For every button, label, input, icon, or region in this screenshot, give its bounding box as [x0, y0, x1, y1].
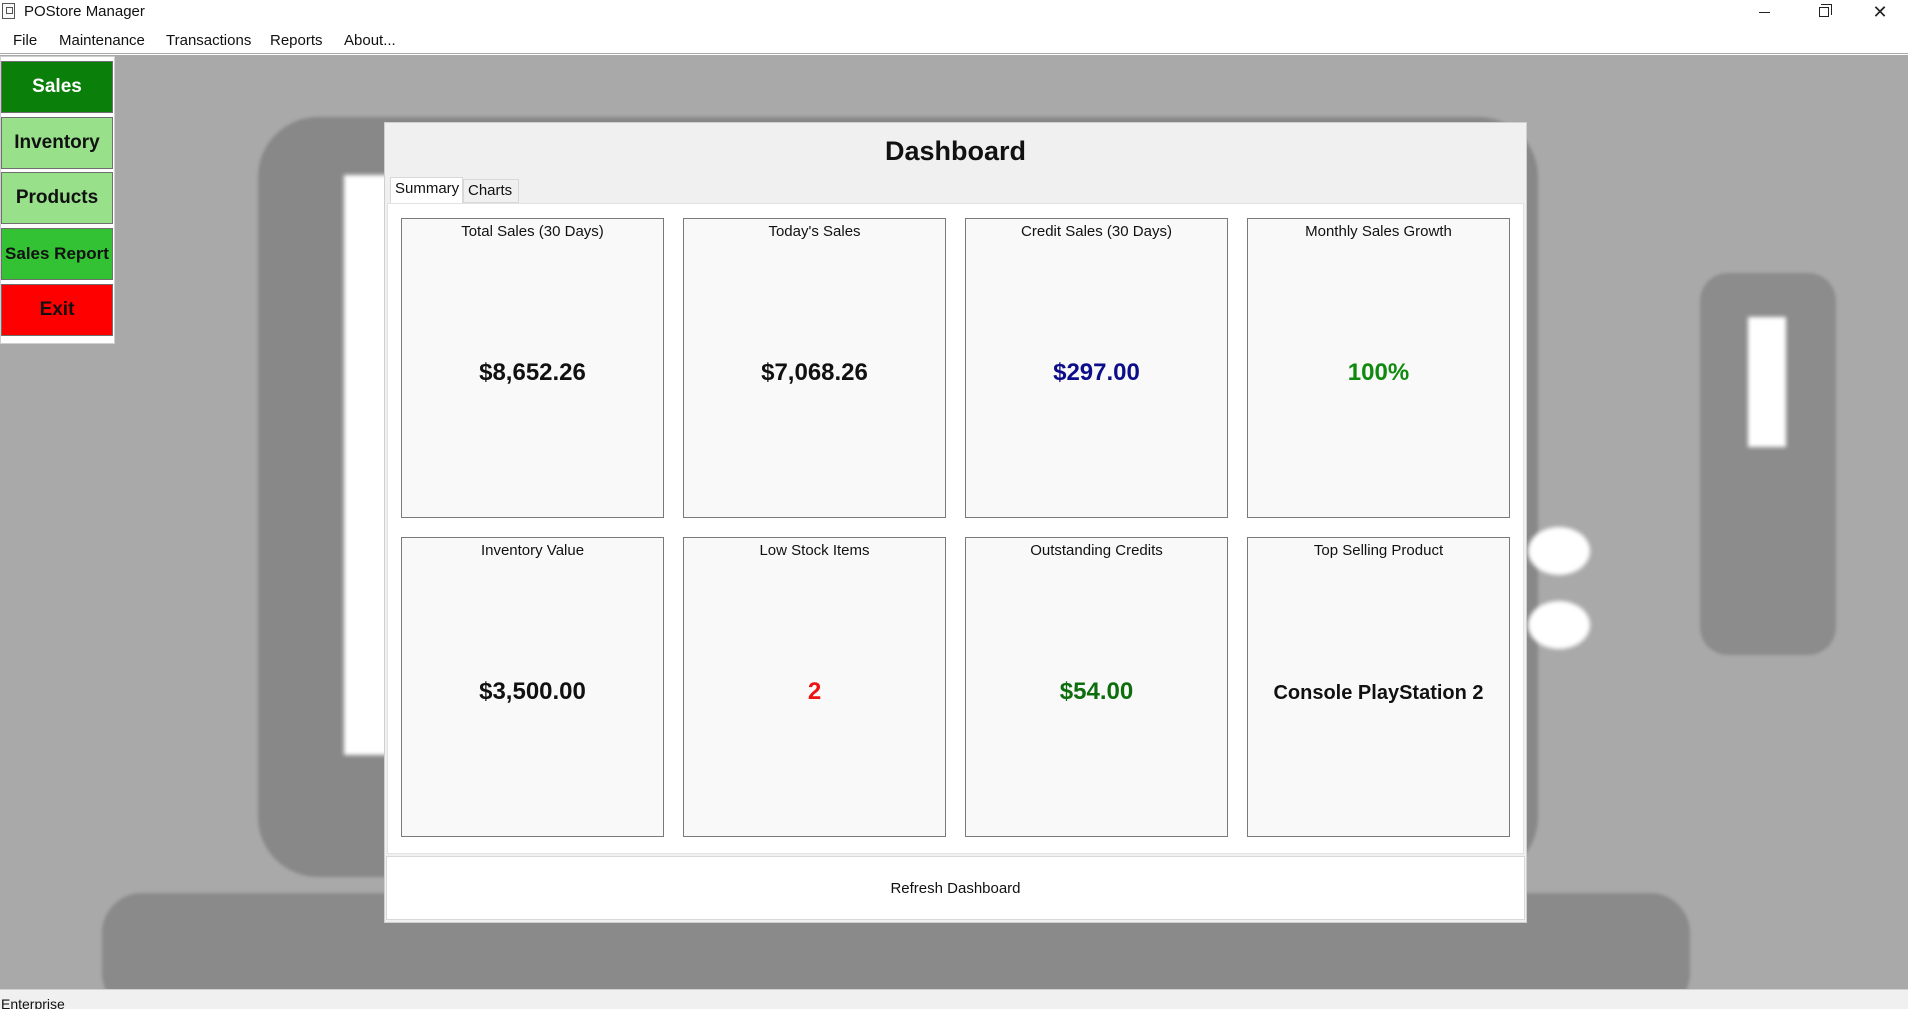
menu-reports[interactable]: Reports [270, 32, 323, 49]
background-slot [1748, 317, 1786, 447]
card-label: Credit Sales (30 Days) [1021, 223, 1172, 240]
restore-icon [1819, 4, 1832, 17]
card-label: Top Selling Product [1313, 542, 1444, 559]
menu-about[interactable]: About... [344, 32, 396, 49]
minimize-icon [1758, 11, 1770, 13]
window-title: POStore Manager [24, 3, 145, 20]
title-bar: POStore Manager ✕ [0, 0, 1908, 24]
status-bar: Enterprise [0, 989, 1908, 1009]
dashboard-title: Dashboard [884, 136, 1027, 166]
card-value: 100% [1347, 359, 1410, 386]
background-button-a [1528, 527, 1590, 575]
sales-button[interactable]: Sales [1, 61, 113, 113]
card-label: Outstanding Credits [1030, 542, 1163, 559]
card-value: $297.00 [1053, 359, 1140, 386]
card-label: Low Stock Items [759, 542, 870, 559]
card-top-product: Top Selling Product Console PlayStation … [1247, 537, 1510, 837]
card-label: Today's Sales [768, 223, 861, 240]
restore-button[interactable] [1796, 0, 1852, 24]
card-credit-sales: Credit Sales (30 Days) $297.00 [965, 218, 1228, 518]
dashboard-window: Dashboard Summary Charts Total Sales (30… [384, 122, 1527, 923]
side-navigation: Sales Inventory Products Sales Report Ex… [0, 56, 115, 344]
card-total-sales: Total Sales (30 Days) $8,652.26 [401, 218, 664, 518]
card-todays-sales: Today's Sales $7,068.26 [683, 218, 946, 518]
exit-button[interactable]: Exit [1, 284, 113, 336]
card-outstanding-credits: Outstanding Credits $54.00 [965, 537, 1228, 837]
card-monthly-growth: Monthly Sales Growth 100% [1247, 218, 1510, 518]
card-label: Monthly Sales Growth [1305, 223, 1452, 240]
sales-report-button[interactable]: Sales Report [1, 228, 113, 280]
card-label: Total Sales (30 Days) [461, 223, 604, 240]
refresh-dashboard-button[interactable]: Refresh Dashboard [386, 856, 1525, 920]
card-value: $7,068.26 [761, 359, 868, 386]
minimize-button[interactable] [1736, 0, 1792, 24]
card-label: Inventory Value [480, 542, 585, 559]
card-value: $54.00 [1059, 678, 1134, 705]
products-button[interactable]: Products [1, 172, 113, 224]
tab-summary[interactable]: Summary [390, 177, 463, 203]
summary-panel: Total Sales (30 Days) $8,652.26 Today's … [387, 203, 1524, 854]
menu-file[interactable]: File [13, 32, 37, 49]
close-icon: ✕ [1872, 2, 1888, 22]
card-value: Console PlayStation 2 [1273, 682, 1484, 704]
inventory-button[interactable]: Inventory [1, 117, 113, 169]
card-value: 2 [807, 678, 822, 705]
tab-charts[interactable]: Charts [463, 179, 519, 203]
card-value: $8,652.26 [479, 359, 586, 386]
card-inventory-value: Inventory Value $3,500.00 [401, 537, 664, 837]
card-low-stock: Low Stock Items 2 [683, 537, 946, 837]
close-button[interactable]: ✕ [1852, 0, 1908, 24]
menu-bar: File Maintenance Transactions Reports Ab… [0, 26, 1908, 54]
status-text: Enterprise [1, 996, 65, 1009]
app-icon [2, 3, 15, 19]
card-value: $3,500.00 [479, 678, 586, 705]
menu-transactions[interactable]: Transactions [166, 32, 251, 49]
menu-maintenance[interactable]: Maintenance [59, 32, 145, 49]
background-button-b [1528, 601, 1590, 649]
